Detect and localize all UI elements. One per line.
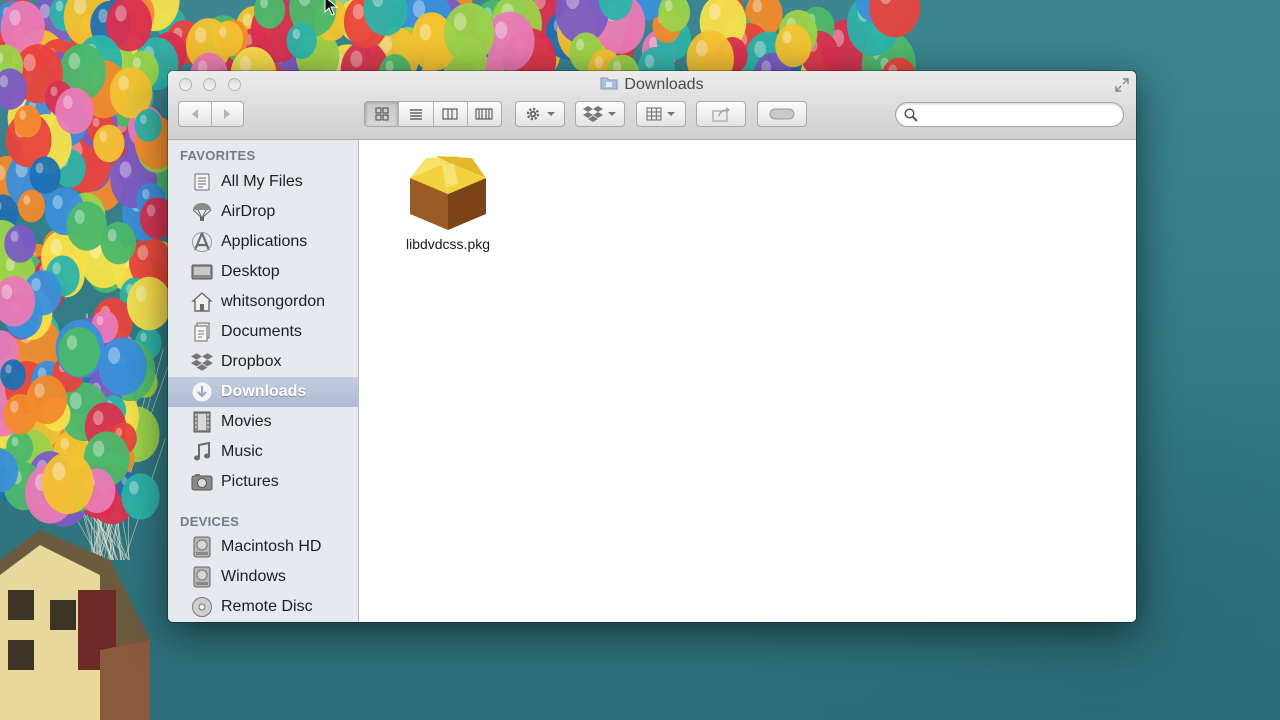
share-button[interactable]: [696, 101, 746, 127]
sidebar-item-label: Downloads: [221, 383, 307, 400]
pictures-icon: [191, 471, 213, 493]
arrange-menu-button[interactable]: [636, 101, 686, 127]
sidebar-item-label: Pictures: [221, 473, 279, 490]
sidebar-item-pictures[interactable]: Pictures: [168, 467, 358, 497]
desktop-icon: [191, 261, 213, 283]
action-menu-button[interactable]: [515, 101, 565, 127]
airdrop-icon: [191, 201, 213, 223]
applications-icon: [191, 231, 213, 253]
title-bar: Downloads: [168, 71, 1136, 140]
finder-window: Downloads FAVORITES All My Files AirDrop…: [168, 71, 1136, 622]
sidebar-item-home[interactable]: whitsongordon: [168, 287, 358, 317]
package-icon: [410, 156, 486, 230]
back-button[interactable]: [179, 101, 212, 127]
window-title: Downloads: [168, 76, 1136, 94]
list-view-icon: [409, 109, 422, 120]
sidebar-item-label: Music: [221, 443, 263, 460]
music-icon: [191, 441, 213, 463]
sidebar-item-dropbox[interactable]: Dropbox: [168, 347, 358, 377]
list-view-button[interactable]: [399, 102, 434, 126]
back-forward-control: [178, 101, 244, 127]
view-mode-control: [364, 101, 502, 127]
sidebar-item-music[interactable]: Music: [168, 437, 358, 467]
fullscreen-icon[interactable]: [1114, 77, 1130, 93]
forward-button[interactable]: [212, 101, 244, 127]
search-field[interactable]: [895, 102, 1124, 127]
sidebar-item-label: whitsongordon: [221, 293, 326, 310]
cover-flow-button[interactable]: [468, 102, 501, 126]
home-icon: [191, 291, 213, 313]
chevron-down-icon: [667, 112, 675, 116]
chevron-down-icon: [547, 112, 555, 116]
sidebar-item-applications[interactable]: Applications: [168, 227, 358, 257]
sidebar: FAVORITES All My Files AirDrop Applicati…: [168, 140, 359, 622]
dropbox-icon: [191, 351, 213, 373]
sidebar-item-label: Desktop: [221, 263, 280, 280]
share-icon: [712, 107, 730, 122]
sidebar-item-remote-disc[interactable]: Remote Disc: [168, 592, 358, 622]
disc-icon: [191, 596, 213, 618]
sidebar-item-airdrop[interactable]: AirDrop: [168, 197, 358, 227]
all-files-icon: [191, 171, 213, 193]
sidebar-item-macintosh-hd[interactable]: Macintosh HD: [168, 532, 358, 562]
toggle-icon: [769, 108, 795, 120]
toolbar-toggle-button[interactable]: [757, 101, 807, 127]
mouse-cursor-icon: [324, 0, 339, 16]
dropbox-icon: [583, 106, 603, 122]
sidebar-item-label: Dropbox: [221, 353, 282, 370]
file-name: libdvdcss.pkg: [405, 236, 491, 252]
sidebar-item-label: Macintosh HD: [221, 538, 322, 555]
chevron-left-icon: [191, 109, 198, 119]
chevron-right-icon: [224, 109, 231, 119]
window-title-label: Downloads: [624, 76, 704, 93]
documents-icon: [191, 321, 213, 343]
downloads-icon: [191, 381, 213, 403]
movies-icon: [191, 411, 213, 433]
sidebar-item-label: Movies: [221, 413, 272, 430]
hard-drive-icon: [191, 566, 213, 588]
grid-icon: [646, 107, 662, 121]
sidebar-item-windows[interactable]: Windows: [168, 562, 358, 592]
sidebar-item-label: Applications: [221, 233, 308, 250]
search-icon: [904, 108, 918, 122]
gear-icon: [526, 107, 540, 121]
sidebar-item-label: All My Files: [221, 173, 303, 190]
hard-drive-icon: [191, 536, 213, 558]
column-view-icon: [442, 108, 458, 120]
favorites-header: FAVORITES: [180, 148, 256, 163]
sidebar-item-label: Windows: [221, 568, 286, 585]
column-view-button[interactable]: [434, 102, 468, 126]
chevron-down-icon: [608, 112, 616, 116]
devices-header: DEVICES: [180, 514, 240, 529]
file-item[interactable]: libdvdcss.pkg: [389, 154, 507, 252]
search-input[interactable]: [924, 106, 1118, 123]
icon-view-icon: [375, 107, 389, 121]
sidebar-item-label: AirDrop: [221, 203, 276, 220]
dropbox-menu-button[interactable]: [575, 101, 625, 127]
icon-view-button[interactable]: [365, 102, 400, 126]
folder-icon: [600, 77, 618, 90]
sidebar-item-label: Remote Disc: [221, 598, 313, 615]
sidebar-item-documents[interactable]: Documents: [168, 317, 358, 347]
file-browser-content: libdvdcss.pkg: [359, 140, 1136, 622]
cover-flow-icon: [475, 108, 493, 120]
sidebar-item-all-my-files[interactable]: All My Files: [168, 167, 358, 197]
sidebar-item-label: Documents: [221, 323, 302, 340]
sidebar-item-movies[interactable]: Movies: [168, 407, 358, 437]
sidebar-item-desktop[interactable]: Desktop: [168, 257, 358, 287]
sidebar-item-downloads[interactable]: Downloads: [168, 377, 358, 407]
